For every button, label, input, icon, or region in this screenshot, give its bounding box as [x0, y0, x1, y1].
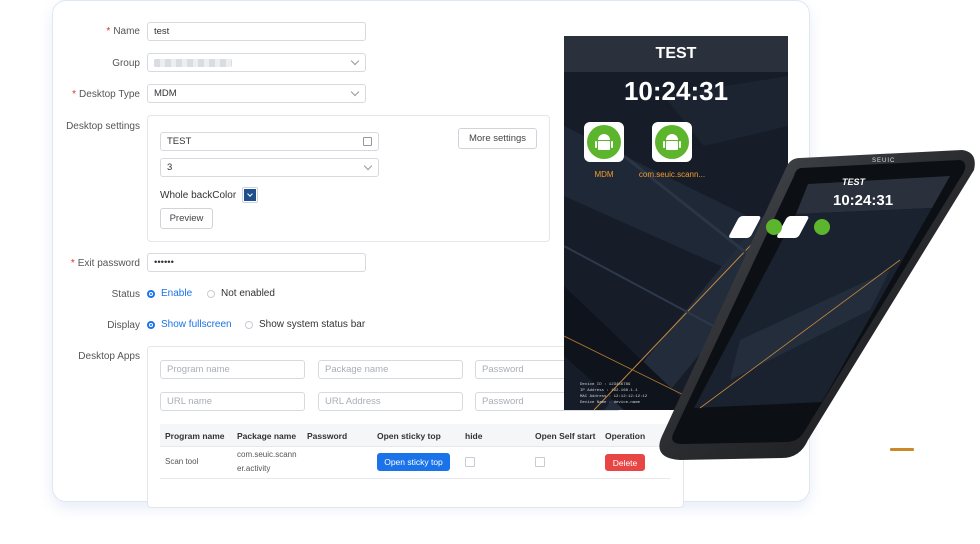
- status-label: Status: [111, 289, 140, 300]
- status-enable-radio[interactable]: Enable: [147, 288, 192, 299]
- exit-password-label: * Exit password: [70, 258, 140, 269]
- desktop-type-label: * Desktop Type: [72, 89, 140, 100]
- device-screen-clock: 10:24:31: [833, 192, 894, 209]
- display-status-bar-radio[interactable]: Show system status bar: [245, 319, 365, 330]
- chevron-down-icon: [350, 87, 360, 97]
- program-name-input[interactable]: Program name: [160, 360, 305, 379]
- whole-backcolor-row: Whole backColor: [160, 187, 259, 203]
- package-name-input[interactable]: Package name: [318, 360, 463, 379]
- preview-title: TEST: [564, 36, 788, 72]
- radio-unchecked-icon: [245, 320, 253, 329]
- device-brand: SEUIC: [872, 158, 896, 164]
- col-open-sticky-top: Open sticky top: [377, 431, 441, 441]
- row-divider: [160, 478, 670, 479]
- display-label: Display: [107, 320, 140, 331]
- preview-button[interactable]: Preview: [160, 208, 213, 229]
- self-start-checkbox[interactable]: [535, 457, 545, 467]
- handheld-device-image: [659, 150, 975, 460]
- status-not-enabled-radio[interactable]: Not enabled: [207, 288, 275, 299]
- color-swatch: [244, 189, 257, 201]
- more-settings-button[interactable]: More settings: [458, 128, 537, 149]
- url-name-input[interactable]: URL name: [160, 392, 305, 411]
- url-address-input[interactable]: URL Address: [318, 392, 463, 411]
- col-password: Password: [307, 431, 348, 441]
- color-picker[interactable]: [242, 187, 259, 203]
- name-label: * Name: [106, 26, 140, 37]
- desktop-type-select[interactable]: MDM: [147, 84, 366, 103]
- chevron-down-icon: [350, 56, 360, 66]
- chevron-down-icon: [247, 191, 253, 197]
- cell-package-name-line1: com.seuic.scann: [237, 450, 297, 459]
- col-hide: hide: [465, 431, 483, 441]
- col-open-self-start: Open Self start: [535, 431, 596, 441]
- hide-checkbox[interactable]: [465, 457, 475, 467]
- desktop-apps-label: Desktop Apps: [78, 351, 140, 362]
- desktop-title-input[interactable]: TEST: [160, 132, 379, 151]
- exit-password-input[interactable]: ••••••: [147, 253, 366, 272]
- display-fullscreen-radio[interactable]: Show fullscreen: [147, 319, 232, 330]
- edit-icon: [363, 137, 372, 146]
- columns-select[interactable]: 3: [160, 158, 379, 177]
- radio-checked-icon: [147, 320, 155, 329]
- preview-clock: 10:24:31: [623, 76, 729, 106]
- group-label: Group: [112, 58, 140, 69]
- chevron-down-icon: [363, 161, 373, 171]
- name-input[interactable]: test: [147, 22, 366, 41]
- group-select[interactable]: [147, 53, 366, 72]
- radio-unchecked-icon: [207, 289, 215, 298]
- radio-checked-icon: [147, 289, 155, 298]
- device-screen-title: TEST: [842, 177, 866, 187]
- cell-package-name-line2: er.activity: [237, 464, 271, 473]
- cell-program-name: Scan tool: [165, 457, 199, 466]
- col-package-name: Package name: [237, 431, 297, 441]
- whole-backcolor-label: Whole backColor: [160, 189, 237, 201]
- desktop-settings-label: Desktop settings: [66, 121, 140, 132]
- group-value-blurred: [154, 58, 232, 67]
- col-program-name: Program name: [165, 431, 225, 441]
- open-sticky-top-button[interactable]: Open sticky top: [377, 453, 450, 471]
